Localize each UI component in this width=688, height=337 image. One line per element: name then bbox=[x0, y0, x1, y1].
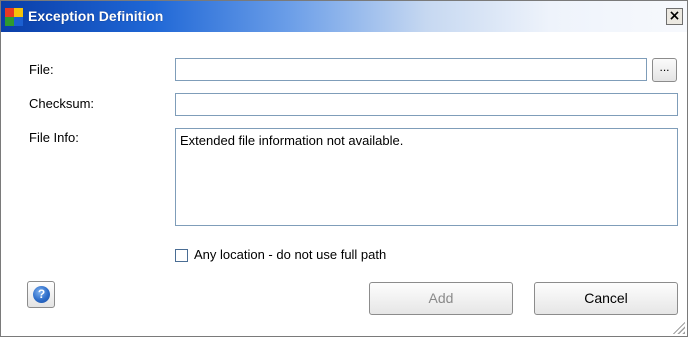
close-button[interactable]: × bbox=[666, 8, 683, 25]
file-input[interactable] bbox=[175, 58, 647, 81]
window-title: Exception Definition bbox=[28, 8, 164, 24]
any-location-label[interactable]: Any location - do not use full path bbox=[194, 247, 386, 262]
checksum-input[interactable] bbox=[175, 93, 678, 116]
help-icon: ? bbox=[33, 286, 50, 303]
close-icon: × bbox=[668, 8, 681, 24]
add-button[interactable]: Add bbox=[369, 282, 513, 315]
file-label: File: bbox=[29, 62, 54, 77]
title-bar[interactable]: Exception Definition × bbox=[1, 1, 687, 32]
app-icon bbox=[5, 8, 23, 26]
file-info-text: Extended file information not available. bbox=[180, 133, 404, 148]
file-info-label: File Info: bbox=[29, 130, 79, 145]
any-location-checkbox[interactable] bbox=[175, 249, 188, 262]
resize-grip-icon[interactable] bbox=[673, 322, 685, 334]
cancel-button[interactable]: Cancel bbox=[534, 282, 678, 315]
checksum-label: Checksum: bbox=[29, 96, 95, 111]
exception-definition-dialog: Exception Definition × File: ... Checksu… bbox=[0, 0, 688, 337]
browse-button[interactable]: ... bbox=[652, 58, 677, 82]
file-info-textarea[interactable]: Extended file information not available. bbox=[175, 128, 678, 226]
help-button[interactable]: ? bbox=[27, 281, 55, 308]
